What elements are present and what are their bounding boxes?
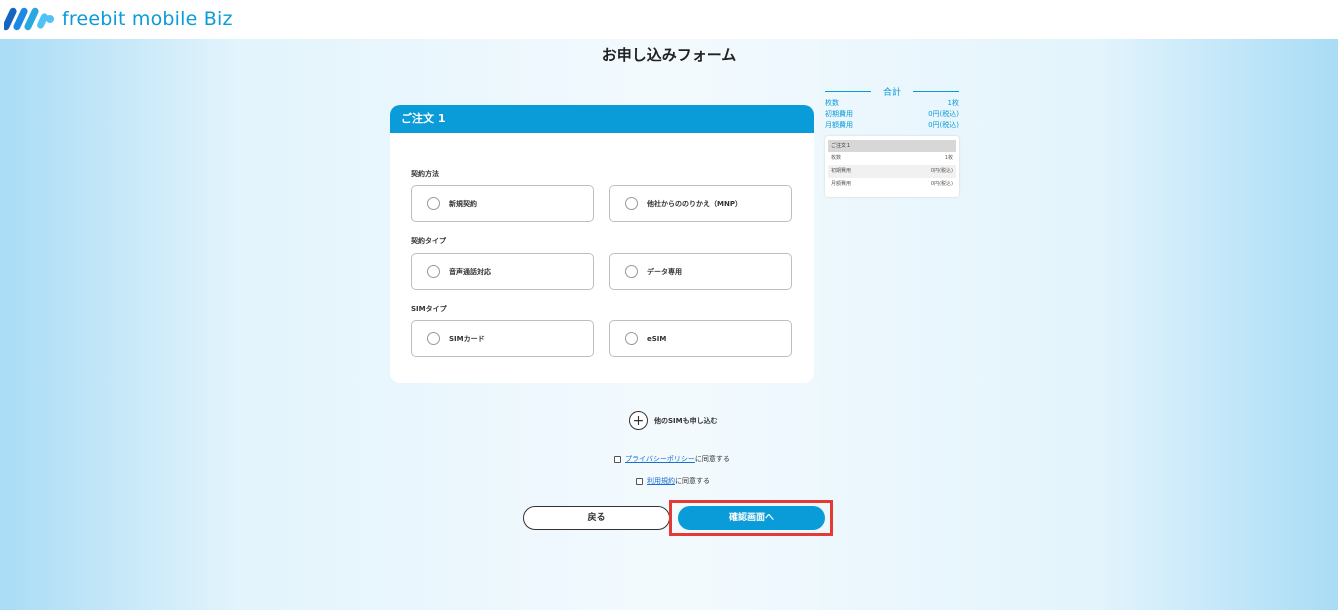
summary-row-monthly: 月額費用 0円(税込) (825, 120, 959, 131)
summary-box-row: 初期費用 0円(税込) (828, 165, 956, 178)
back-button[interactable]: 戻る (523, 506, 670, 530)
option-label: eSIM (647, 334, 667, 343)
section-label-contract-type: 契約タイプ (411, 237, 446, 245)
agree-text: に同意する (694, 455, 730, 463)
radio-button[interactable] (625, 332, 638, 345)
summary-box-value: 0円(税込) (930, 168, 953, 174)
summary-box-label: 初期費用 (831, 168, 852, 174)
summary-label: 月額費用 (825, 121, 853, 129)
summary-row-count: 枚数 1枚 (825, 98, 959, 109)
brand-name: freebit mobile Biz (62, 8, 233, 30)
privacy-checkbox[interactable] (614, 455, 621, 463)
summary-box-row: 枚数 1枚 (828, 152, 956, 165)
option-new-contract[interactable]: 新規契約 (411, 185, 594, 222)
option-esim[interactable]: eSIM (609, 320, 792, 357)
summary-box-label: 月額費用 (831, 181, 852, 187)
summary-box-label: 枚数 (831, 155, 842, 161)
radio-button[interactable] (427, 332, 440, 345)
order-summary: 合計 枚数 1枚 初期費用 0円(税込) 月額費用 0円(税込) ご注文１ 枚数… (825, 84, 959, 197)
option-data-only[interactable]: データ専用 (609, 253, 792, 290)
option-label: 音声通話対応 (449, 267, 491, 276)
agree-text: に同意する (675, 477, 710, 485)
summary-value: 1枚 (947, 99, 959, 107)
main-content: お申し込みフォーム 合計 枚数 1枚 初期費用 0円(税込) 月額費用 0円(税… (0, 39, 1338, 610)
summary-value: 0円(税込) (928, 121, 959, 129)
radio-button[interactable] (427, 265, 440, 278)
divider (913, 91, 959, 92)
summary-box-value: 1枚 (944, 155, 953, 161)
brand-logo[interactable]: freebit mobile Biz (4, 5, 233, 33)
summary-row-initial: 初期費用 0円(税込) (825, 109, 959, 120)
summary-box-header: ご注文１ (828, 140, 956, 152)
summary-label: 枚数 (825, 99, 839, 107)
summary-value: 0円(税込) (928, 110, 959, 118)
option-label: 他社からののりかえ（MNP） (647, 199, 742, 208)
summary-box-value: 0円(税込) (930, 181, 953, 187)
terms-link[interactable]: 利用規約 (647, 476, 675, 486)
option-label: データ専用 (647, 267, 682, 276)
option-mnp[interactable]: 他社からののりかえ（MNP） (609, 185, 792, 222)
summary-label: 初期費用 (825, 110, 853, 118)
radio-button[interactable] (625, 265, 638, 278)
add-more-sim-button[interactable]: + 他のSIMも申し込む (629, 411, 718, 430)
terms-agreement: 利用規約 に同意する (636, 476, 710, 486)
option-voice[interactable]: 音声通話対応 (411, 253, 594, 290)
option-sim-card[interactable]: SIMカード (411, 320, 594, 357)
section-label-sim-type: SIMタイプ (411, 305, 447, 313)
page-title: お申し込みフォーム (601, 46, 737, 64)
freebit-logo-icon (4, 7, 54, 31)
option-label: SIMカード (449, 334, 485, 343)
plus-circle-icon[interactable]: + (629, 411, 648, 430)
option-label: 新規契約 (449, 199, 477, 208)
header: freebit mobile Biz (0, 0, 1338, 39)
order-card: ご注文 1 契約方法 新規契約 他社からののりかえ（MNP） 契約タイプ 音声通… (390, 105, 814, 383)
radio-button[interactable] (625, 197, 638, 210)
section-label-contract-method: 契約方法 (411, 170, 439, 178)
summary-order-box: ご注文１ 枚数 1枚 初期費用 0円(税込) 月額費用 0円(税込) (825, 136, 959, 197)
privacy-agreement: プライバシーポリシー に同意する (614, 454, 730, 464)
order-card-title: ご注文 1 (390, 105, 814, 133)
terms-checkbox[interactable] (636, 477, 643, 485)
confirm-button[interactable]: 確認画面へ (678, 506, 825, 530)
radio-button[interactable] (427, 197, 440, 210)
privacy-policy-link[interactable]: プライバシーポリシー (625, 454, 695, 464)
summary-header: 合計 (825, 84, 959, 98)
summary-box-row: 月額費用 0円(税込) (828, 178, 956, 191)
add-more-label: 他のSIMも申し込む (654, 416, 718, 425)
